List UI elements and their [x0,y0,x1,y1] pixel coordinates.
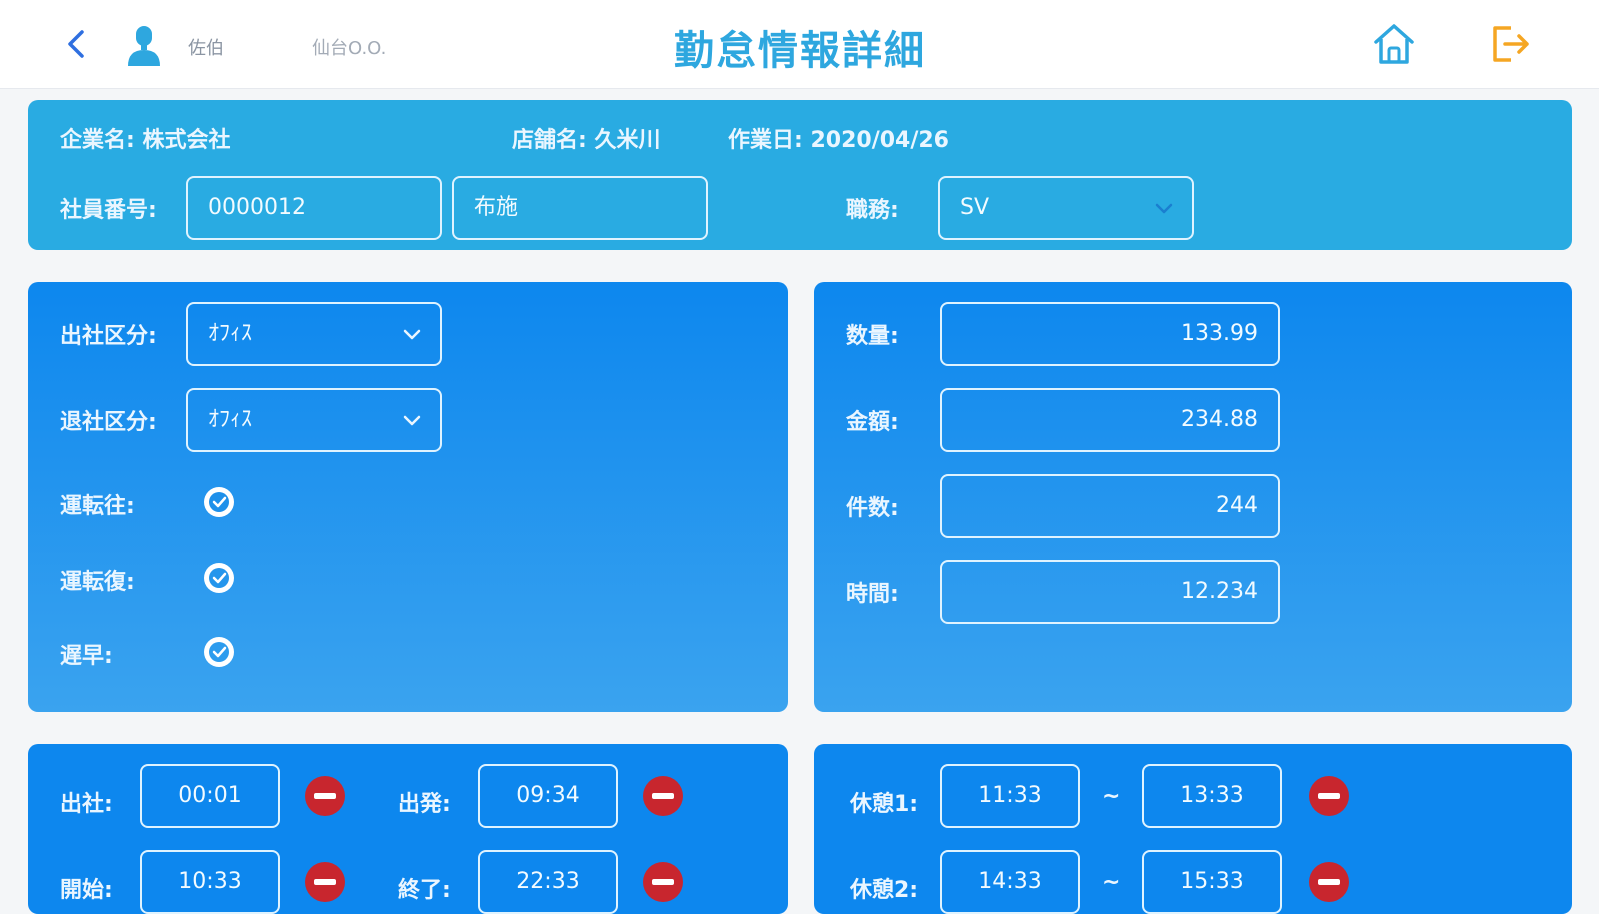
drive-back-label: 運転復: [60,570,135,595]
user-name: 佐伯 [188,38,224,59]
arrival-type-value: ｵﾌｨｽ [208,321,253,346]
amount-field[interactable]: 234.88 [940,388,1280,452]
range-separator: ~ [1102,784,1121,809]
arrival-type-select[interactable]: ｵﾌｨｽ [186,302,442,366]
break1-to-field[interactable]: 13:33 [1142,764,1282,828]
leave-type-value: ｵﾌｨｽ [208,407,253,432]
leave-type-label: 退社区分: [60,410,157,435]
remove-icon[interactable] [1308,775,1350,817]
arrive-time-label: 出社: [60,792,113,817]
remove-icon[interactable] [642,861,684,903]
start-time-field[interactable]: 10:33 [140,850,280,914]
break2-to-field[interactable]: 15:33 [1142,850,1282,914]
remove-icon[interactable] [304,775,346,817]
depart-time-field[interactable]: 09:34 [478,764,618,828]
position-label: 職務: [846,198,899,223]
break1-label: 休憩1: [850,792,919,817]
remove-icon[interactable] [304,861,346,903]
employee-no-field[interactable]: 0000012 [186,176,442,240]
chevron-down-icon [403,415,421,426]
remove-icon[interactable] [1308,861,1350,903]
attendance-type-panel: 出社区分: ｵﾌｨｽ 退社区分: ｵﾌｨｽ 運転往: 運転復: 遅早: [28,282,788,712]
break1-from-field[interactable]: 11:33 [940,764,1080,828]
store-label: 店舗名: 久米川 [512,128,661,153]
chevron-down-icon [1155,203,1173,214]
end-time-label: 終了: [398,878,451,903]
employee-name-field[interactable]: 布施 [452,176,708,240]
amount-label: 金額: [846,410,899,435]
arrival-type-label: 出社区分: [60,324,157,349]
work-date-label: 作業日: 2020/04/26 [728,128,949,153]
end-time-field[interactable]: 22:33 [478,850,618,914]
logout-icon[interactable] [1485,20,1533,68]
remove-icon[interactable] [642,775,684,817]
check-circle-icon[interactable] [202,635,236,669]
check-circle-icon[interactable] [202,485,236,519]
time-label: 時間: [846,582,899,607]
depart-time-label: 出発: [398,792,451,817]
early-label: 遅早: [60,644,113,669]
check-circle-icon[interactable] [202,561,236,595]
break-times-panel: 休憩1: 11:33 ~ 13:33 休憩2: 14:33 ~ 15:33 [814,744,1572,914]
work-times-panel: 出社: 00:01 出発: 09:34 開始: 10:33 終了: 22:33 [28,744,788,914]
arrive-time-field[interactable]: 00:01 [140,764,280,828]
back-chevron-icon[interactable] [58,24,98,64]
metrics-panel: 数量: 133.99 金額: 234.88 件数: 244 時間: 12.234 [814,282,1572,712]
home-icon[interactable] [1370,20,1418,68]
count-label: 件数: [846,496,899,521]
company-label: 企業名: 株式会社 [60,128,231,153]
chevron-down-icon [403,329,421,340]
break2-label: 休憩2: [850,878,919,903]
employee-no-label: 社員番号: [60,198,157,223]
quantity-field[interactable]: 133.99 [940,302,1280,366]
page-title: 勤怠情報詳細 [674,28,926,74]
position-select[interactable]: SV [938,176,1194,240]
app-header: 佐伯 仙台O.O. 勤怠情報詳細 [0,0,1599,89]
employee-info-panel: 企業名: 株式会社 店舗名: 久米川 作業日: 2020/04/26 社員番号:… [28,100,1572,250]
quantity-label: 数量: [846,324,899,349]
range-separator: ~ [1102,870,1121,895]
store-name: 仙台O.O. [312,38,387,59]
start-time-label: 開始: [60,878,113,903]
leave-type-select[interactable]: ｵﾌｨｽ [186,388,442,452]
drive-out-label: 運転往: [60,494,135,519]
user-icon [128,26,160,66]
count-field[interactable]: 244 [940,474,1280,538]
position-value: SV [960,195,990,220]
break2-from-field[interactable]: 14:33 [940,850,1080,914]
time-field[interactable]: 12.234 [940,560,1280,624]
